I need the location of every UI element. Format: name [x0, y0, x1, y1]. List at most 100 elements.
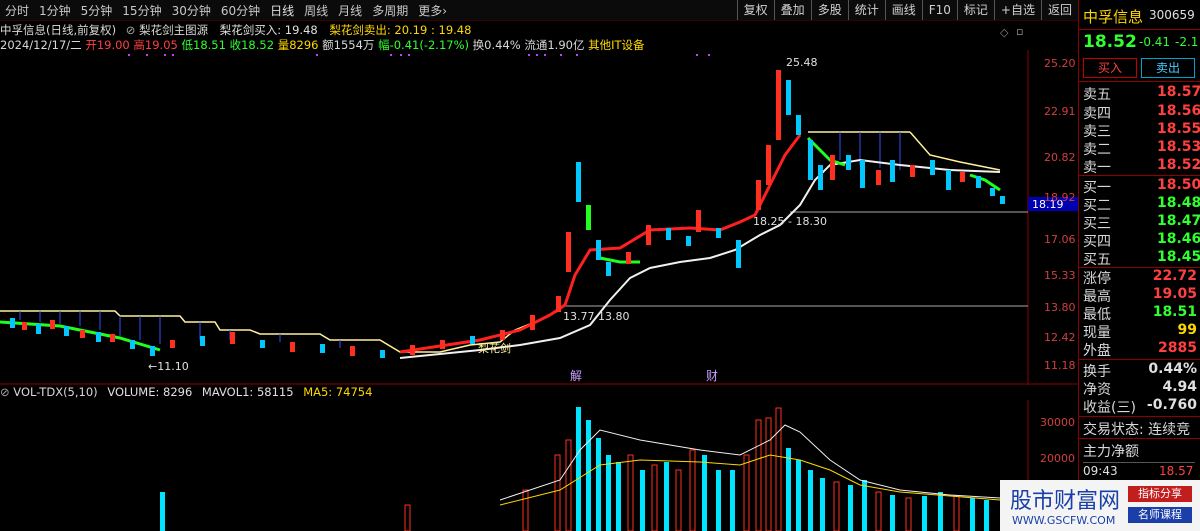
stat-label: 最低 [1083, 307, 1111, 323]
overlay-button[interactable]: 叠加 [773, 0, 811, 20]
divider [1083, 462, 1195, 463]
volume-bars [160, 407, 989, 531]
volume-chart[interactable] [0, 400, 1078, 531]
bid-row-2: 买二 18.48 [1083, 195, 1200, 214]
stat-value: 2885 [1158, 340, 1197, 356]
divider [1079, 416, 1200, 417]
mavol-line [499, 424, 1001, 501]
ask-row-5: 卖五 18.57 [1083, 84, 1200, 103]
stat-value: 22.72 [1152, 268, 1197, 284]
stat-value: 19.05 [1152, 286, 1197, 302]
bid-row-1: 买一 18.50 [1083, 177, 1200, 196]
main-flow-label[interactable]: 主力净额 [1083, 441, 1139, 461]
ask-row-3: 卖三 18.55 [1083, 121, 1200, 140]
price-change: -0.41 [1139, 35, 1171, 49]
divider [1079, 359, 1200, 360]
bear-trend-line-2 [806, 136, 846, 167]
add-watchlist-button[interactable]: +自选 [993, 0, 1041, 20]
tab-30min[interactable]: 30分钟 [167, 2, 216, 19]
tab-15min[interactable]: 15分钟 [117, 2, 166, 19]
f10-button[interactable]: F10 [921, 0, 957, 20]
price-tick: 12.42 [1044, 331, 1076, 344]
tab-5min[interactable]: 5分钟 [76, 2, 118, 19]
bear-trend-line [599, 256, 640, 264]
tab-weekly[interactable]: 周线 [299, 2, 333, 19]
price-tick: 22.91 [1044, 105, 1076, 118]
back-button[interactable]: 返回 [1040, 0, 1078, 20]
ask-price: 18.53 [1157, 139, 1200, 155]
tab-more[interactable]: 更多› [413, 2, 452, 19]
bid-row-5: 买五 18.45 [1083, 249, 1200, 268]
ask-price: 18.56 [1157, 103, 1200, 119]
tab-multi-period[interactable]: 多周期 [367, 2, 413, 19]
stat-row: 最高 19.05 [1083, 286, 1200, 305]
multi-stock-button[interactable]: 多股 [810, 0, 848, 20]
price-tick: 25.20 [1044, 57, 1076, 70]
statistics-button[interactable]: 统计 [847, 0, 885, 20]
sell-button[interactable]: 卖出 [1141, 58, 1195, 78]
diamond-icon[interactable]: ◇ [1000, 26, 1008, 39]
stat2-row: 换手 0.44% [1083, 361, 1200, 380]
ask-row-1: 卖一 18.52 [1083, 157, 1200, 176]
tab-60min[interactable]: 60分钟 [216, 2, 265, 19]
draw-line-button[interactable]: 画线 [884, 0, 922, 20]
bid-price: 18.45 [1157, 249, 1200, 265]
bid-price: 18.50 [1157, 177, 1200, 193]
tab-monthly[interactable]: 月线 [333, 2, 367, 19]
watermark-banner: 股市财富网 WWW.GSCFW.COM 指标分享 名师课程 [1000, 480, 1200, 531]
indicator-toggle-icon[interactable]: ⊘ [0, 385, 10, 399]
period-toolbar: 分时 1分钟 5分钟 15分钟 30分钟 60分钟 日线 周线 月线 多周期 更… [0, 0, 1078, 21]
stat2-row: 收益(三) -0.760 [1083, 397, 1200, 416]
tab-1min[interactable]: 1分钟 [34, 2, 76, 19]
yellow-band-line-2 [909, 131, 1001, 171]
tick-price: 18.57 [1159, 464, 1194, 478]
stat-row: 涨停 22.72 [1083, 268, 1200, 287]
kline-chart[interactable]: 18.19 25.48 ←11.10 13.77 13.80 18.25 - 1… [0, 50, 1078, 385]
volume-tick: 20000 [1040, 452, 1075, 465]
indicator-name: 梨花剑主图源 [139, 23, 209, 37]
indicator-toggle-icon[interactable]: ⊘ [126, 23, 136, 37]
stat-label: 现量 [1083, 325, 1111, 341]
ask-label: 卖四 [1083, 106, 1111, 122]
ask-label: 卖三 [1083, 124, 1111, 140]
stat-label: 外盘 [1083, 343, 1111, 359]
range-label-b: 13.80 [598, 310, 630, 323]
stat-row: 外盘 2885 [1083, 340, 1200, 359]
bid-label: 买三 [1083, 216, 1111, 232]
stat-row: 最低 18.51 [1083, 304, 1200, 323]
event-marker-jie[interactable]: 解 [570, 369, 582, 383]
bear-trend-line-3 [969, 173, 1001, 192]
panel-toggle-icon[interactable]: ▫ [1016, 25, 1023, 38]
watermark-tag-2: 名师课程 [1128, 507, 1192, 523]
stat-label: 收益(三) [1083, 400, 1136, 416]
lihuajian-signal: 梨花剑 [478, 341, 511, 355]
bid-row-4: 买四 18.46 [1083, 231, 1200, 250]
quote-sidebar: 中孚信息 300659 18.52 -0.41 -2.1 买入 卖出 卖五 18.… [1078, 0, 1200, 531]
price-tick: 11.18 [1044, 359, 1076, 372]
ask-label: 卖五 [1083, 87, 1111, 103]
low-marker: ←11.10 [148, 360, 189, 373]
volume-info-line: ⊘ VOL-TDX(5,10) VOLUME: 8296 MAVOL1: 581… [0, 385, 372, 399]
mavol1-value: MAVOL1: 58115 [201, 385, 294, 399]
tab-fenshi[interactable]: 分时 [0, 2, 34, 19]
stat-label: 换手 [1083, 364, 1111, 380]
chart-title: 中孚信息(日线,前复权) [0, 23, 117, 37]
bid-label: 买五 [1083, 252, 1111, 268]
tick-time: 09:43 [1083, 464, 1118, 478]
buy-button[interactable]: 买入 [1083, 58, 1137, 78]
price-tick: 15.33 [1044, 269, 1076, 282]
price-tick: 18.92 [1044, 191, 1076, 204]
stat-value: -0.760 [1146, 397, 1197, 413]
ask-price: 18.52 [1157, 157, 1200, 173]
mark-button[interactable]: 标记 [956, 0, 994, 20]
event-marker-cai[interactable]: 财 [706, 369, 718, 383]
stat2-row: 净资 4.94 [1083, 379, 1200, 398]
ask-row-4: 卖四 18.56 [1083, 103, 1200, 122]
restore-rights-button[interactable]: 复权 [736, 0, 774, 20]
bid-row-3: 买三 18.47 [1083, 213, 1200, 232]
stat-label: 涨停 [1083, 271, 1111, 287]
sell-signal-value: 梨花剑卖出: 20.19 : 19.48 [329, 23, 472, 37]
divider [1079, 175, 1200, 176]
tab-daily[interactable]: 日线 [265, 2, 299, 19]
price-tick: 20.82 [1044, 151, 1076, 164]
